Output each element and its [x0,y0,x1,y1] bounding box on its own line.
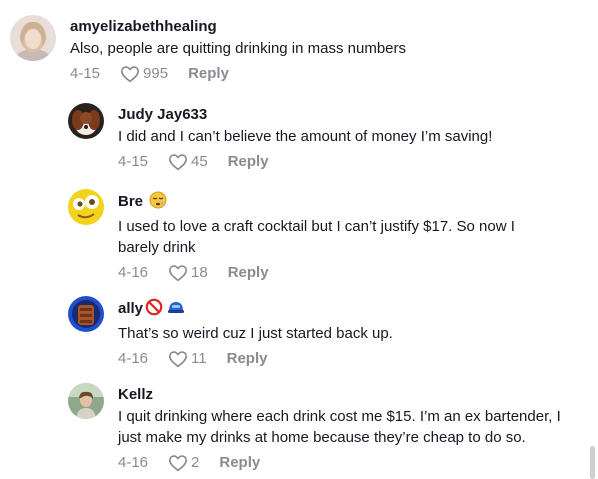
like-count: 18 [191,264,208,281]
like-button[interactable]: 2 [168,454,199,472]
avatar[interactable] [68,296,104,332]
comment-text: I did and I can’t believe the amount of … [118,128,493,145]
avatar-image [68,103,104,139]
prohibited-emoji-icon [145,298,163,322]
comment-meta: 4-16 11 Reply [118,350,594,368]
comment-date: 4-16 [118,264,149,281]
like-button[interactable]: 995 [120,65,168,83]
reply-button[interactable]: Reply [227,350,268,368]
comment-text: That’s so weird cuz I just started back … [118,325,393,342]
avatar[interactable] [10,15,56,61]
heart-outline-icon [169,351,188,368]
comment-username-text: ally [118,300,144,317]
like-button[interactable]: 11 [168,350,207,368]
reply-button[interactable]: Reply [228,153,269,171]
avatar-image [10,15,56,61]
avatar-image [68,383,104,419]
comment-meta: 4-16 2 Reply [118,454,594,472]
reply-button[interactable]: Reply [219,454,260,472]
avatar[interactable] [68,383,104,419]
scrollbar-thumb[interactable] [590,446,595,479]
heart-outline-icon [169,265,188,282]
heart-outline-icon [169,455,188,472]
comment-username[interactable]: amyelizabethhealing [70,17,594,37]
like-button[interactable]: 18 [168,264,208,282]
heart-outline-icon [169,154,188,171]
comment-date: 4-15 [70,65,101,82]
like-count: 2 [191,454,200,471]
like-count: 11 [191,350,207,367]
like-button[interactable]: 45 [168,153,208,171]
comment-text: I quit drinking where each drink cost me… [118,408,561,446]
avatar-image [68,296,104,332]
comment-date: 4-16 [118,350,149,367]
comment-date: 4-15 [118,153,149,170]
avatar-image [68,189,104,225]
like-count: 45 [191,153,208,170]
comment-text: I used to love a craft cocktail but I ca… [118,218,515,256]
comment-meta: 4-16 18 Reply [118,264,594,282]
avatar[interactable] [68,189,104,225]
comment-username-text: Bre [118,193,144,210]
comment-username[interactable]: Judy Jay633 [118,105,594,125]
heart-outline-icon [121,66,140,83]
reply-button[interactable]: Reply [188,65,229,83]
reply-button[interactable]: Reply [228,264,269,282]
blue-helmet-emoji-icon [167,298,185,322]
comment-meta: 4-15 45 Reply [118,153,594,171]
comment-text: Also, people are quitting drinking in ma… [70,40,407,57]
sleepy-face-emoji-icon [149,191,167,215]
comment-meta: 4-15 995 Reply [70,65,594,83]
comment-username[interactable]: Bre [118,191,594,215]
like-count: 995 [143,65,169,82]
comment-username[interactable]: ally [118,298,594,322]
comment-username[interactable]: Kellz [118,385,594,405]
comment-date: 4-16 [118,454,149,471]
avatar[interactable] [68,103,104,139]
